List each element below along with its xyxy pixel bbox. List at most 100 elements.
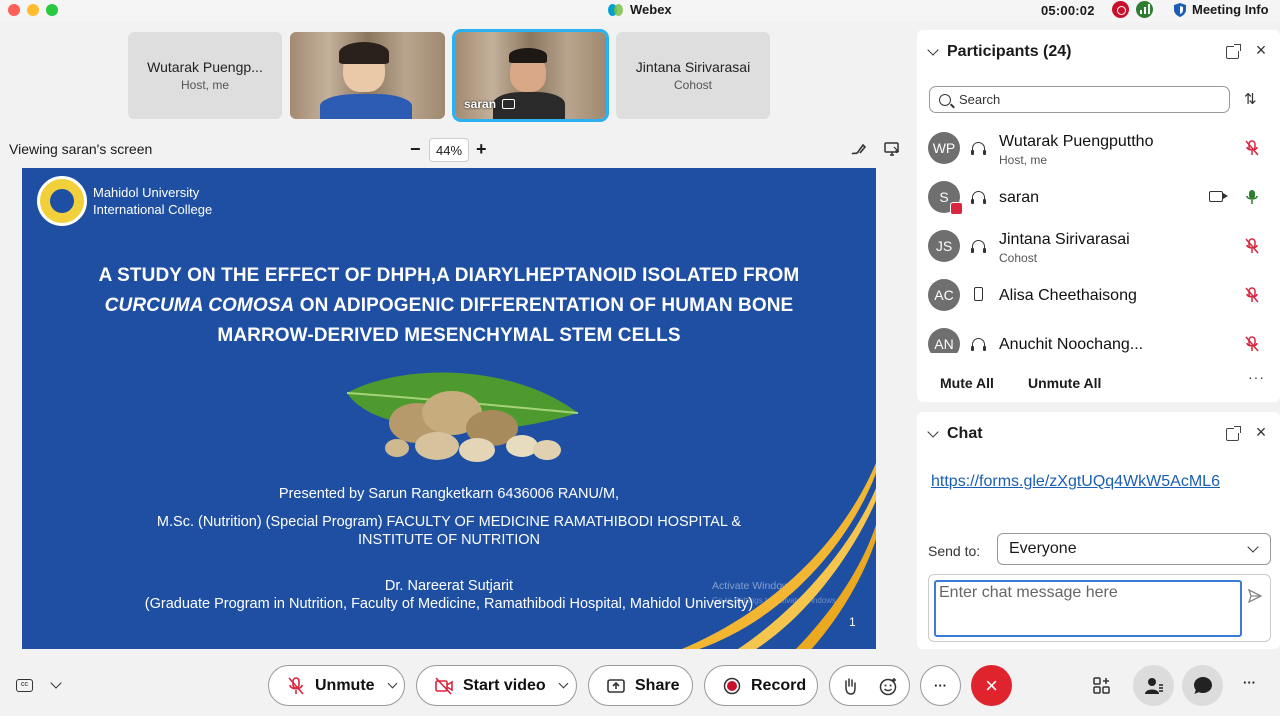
zoom-level-field[interactable]: 44% <box>429 138 469 162</box>
video-off-icon <box>435 676 453 695</box>
participant-row[interactable]: JS Jintana Sirivarasai Cohost <box>917 226 1280 275</box>
sort-icon[interactable]: ⇅ <box>1244 90 1257 108</box>
participant-row[interactable]: AN Anuchit Noochang... <box>917 324 1280 353</box>
search-placeholder: Search <box>959 92 1001 107</box>
headset-icon <box>971 336 986 351</box>
reactions-emoji-icon[interactable] <box>879 677 898 696</box>
share-button[interactable]: Share <box>588 665 693 706</box>
unmute-button[interactable]: Unmute <box>268 665 405 706</box>
chevron-down-icon[interactable] <box>50 677 62 689</box>
annotate-icon[interactable] <box>850 142 866 156</box>
chat-message-input[interactable] <box>934 580 1242 637</box>
zoom-out-button[interactable]: − <box>410 139 421 160</box>
avatar: AN <box>928 328 960 353</box>
more-options-icon[interactable]: ··· <box>1248 369 1265 385</box>
participant-row[interactable]: AC Alisa Cheethaisong <box>917 275 1280 324</box>
chevron-down-icon[interactable] <box>387 678 398 689</box>
chat-compose-area <box>928 574 1271 642</box>
app-title: Webex <box>608 2 672 17</box>
leave-meeting-button[interactable]: × <box>971 665 1012 706</box>
slide-title-italic: CURCUMA COMOSA <box>104 295 295 316</box>
close-window-button[interactable] <box>8 4 20 16</box>
participant-name: Wutarak Puengputtho <box>999 133 1154 150</box>
participant-list[interactable]: WP Wutarak Puengputtho Host, me S saran … <box>917 128 1280 353</box>
chat-message-link[interactable]: https://forms.gle/zXgtUQq4WkW5AcML6 <box>931 473 1220 491</box>
participant-shirt <box>320 94 412 119</box>
participant-row[interactable]: S saran <box>917 177 1280 226</box>
remote-control-icon[interactable] <box>884 142 900 156</box>
network-health-icon[interactable] <box>1136 1 1153 18</box>
headset-icon <box>971 238 986 253</box>
more-label: ··· <box>934 678 947 693</box>
thumbnail-jintana[interactable]: Jintana Sirivarasai Cohost <box>616 32 770 119</box>
more-icon[interactable]: ··· <box>1243 675 1256 690</box>
meeting-info-button[interactable]: Meeting Info <box>1174 2 1269 17</box>
mic-muted-icon[interactable] <box>1245 336 1259 352</box>
participant-name: saran <box>999 189 1040 206</box>
participant-search-input[interactable]: Search <box>929 86 1230 113</box>
chat-icon <box>1193 677 1212 694</box>
slide-title-line2-rest: ON ADIPOGENIC DIFFERENTATION OF HUMAN BO… <box>294 295 794 316</box>
send-icon[interactable] <box>1248 589 1262 603</box>
thumbnail-wutarak[interactable]: Wutarak Puengp... Host, me <box>128 32 282 119</box>
title-bar: Webex 05:00:02 Meeting Info <box>0 0 1280 22</box>
mic-muted-icon <box>288 676 304 695</box>
curcuma-image <box>346 372 579 462</box>
thumbnail-role: Host, me <box>180 78 229 92</box>
slide-title-line2: CURCUMA COMOSA ON ADIPOGENIC DIFFERENTAT… <box>22 291 876 321</box>
raise-hand-icon[interactable] <box>841 677 859 695</box>
unmute-all-button[interactable]: Unmute All <box>1028 375 1101 391</box>
mic-muted-icon[interactable] <box>1245 287 1259 303</box>
recording-status-icon[interactable] <box>1112 1 1129 18</box>
mute-all-button[interactable]: Mute All <box>940 375 994 391</box>
university-name: Mahidol University International College <box>93 184 212 218</box>
meeting-info-label: Meeting Info <box>1192 2 1269 17</box>
send-to-select[interactable]: Everyone <box>997 533 1271 565</box>
zoom-in-button[interactable]: + <box>476 139 487 160</box>
thumbnail-saran[interactable]: saran <box>452 29 609 122</box>
start-video-button[interactable]: Start video <box>416 665 577 706</box>
sharing-badge-icon <box>950 202 963 215</box>
mic-active-icon[interactable] <box>1245 189 1259 205</box>
close-icon[interactable]: × <box>1253 41 1269 59</box>
app-title-text: Webex <box>630 2 672 17</box>
participant-role: Cohost <box>999 251 1038 265</box>
more-options-button[interactable]: ··· <box>920 665 961 706</box>
headset-icon <box>971 189 986 204</box>
thumbnail-video-participant[interactable] <box>290 32 445 119</box>
chevron-down-icon[interactable] <box>558 678 569 689</box>
record-button[interactable]: Record <box>704 665 818 706</box>
participants-header[interactable]: Participants (24) <box>927 43 1071 61</box>
unmute-label: Unmute <box>315 676 375 694</box>
participant-row[interactable]: WP Wutarak Puengputtho Host, me <box>917 128 1280 177</box>
screen-share-icon <box>502 99 516 109</box>
popout-icon[interactable] <box>1226 426 1241 441</box>
slide-title-line1: A STUDY ON THE EFFECT OF DHPH,A DIARYLHE… <box>98 265 800 286</box>
university-seal-logo <box>37 176 87 226</box>
mic-muted-icon[interactable] <box>1245 140 1259 156</box>
close-icon[interactable]: × <box>1253 423 1269 441</box>
avatar: AC <box>928 279 960 311</box>
collapse-chevron-icon[interactable] <box>927 44 939 56</box>
popout-icon[interactable] <box>1226 44 1241 59</box>
thumbnail-name: Wutarak Puengp... <box>147 59 263 75</box>
share-label: Share <box>635 676 680 694</box>
shield-icon <box>1174 2 1186 17</box>
mic-muted-icon[interactable] <box>1245 238 1259 254</box>
thumbnail-name: Jintana Sirivarasai <box>635 59 751 75</box>
slide-page-number: 1 <box>849 615 856 629</box>
chat-toggle-button[interactable] <box>1182 665 1223 706</box>
minimize-window-button[interactable] <box>27 4 39 16</box>
participants-icon <box>1144 677 1163 694</box>
collapse-chevron-icon[interactable] <box>927 426 939 438</box>
chat-header[interactable]: Chat <box>927 425 983 443</box>
apps-icon[interactable] <box>1093 677 1111 695</box>
participants-toggle-button[interactable] <box>1133 665 1174 706</box>
search-icon <box>939 93 951 106</box>
zoom-window-button[interactable] <box>46 4 58 16</box>
closed-captions-icon[interactable]: cc <box>16 679 33 692</box>
meeting-timer: 05:00:02 <box>1041 3 1095 18</box>
close-icon: × <box>985 672 998 698</box>
participant-name: Jintana Sirivarasai <box>999 231 1130 248</box>
university-line1: Mahidol University <box>93 185 200 200</box>
